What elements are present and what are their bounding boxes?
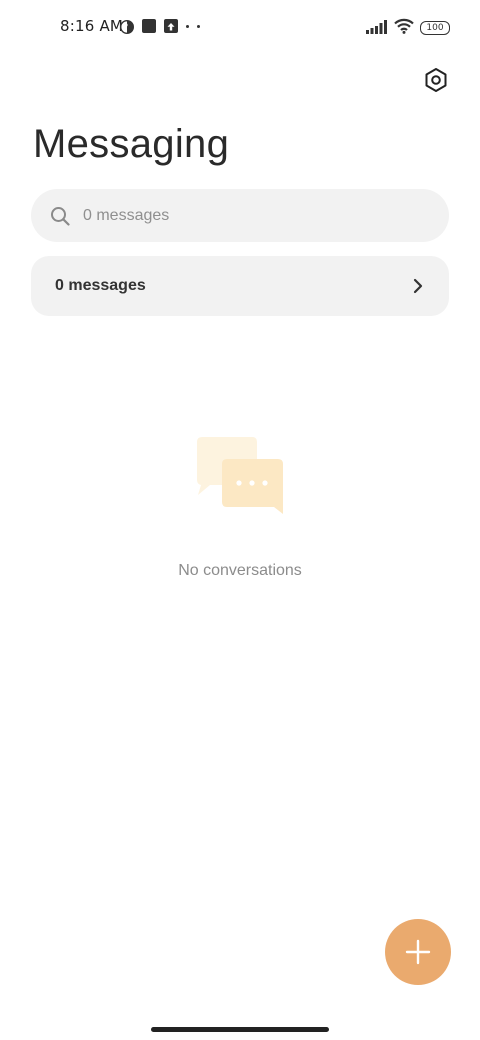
upload-icon	[164, 19, 178, 33]
wifi-icon	[394, 18, 414, 38]
home-indicator[interactable]	[151, 1027, 329, 1032]
status-right-icons: 100	[366, 18, 450, 38]
search-placeholder: 0 messages	[83, 206, 170, 224]
search-input[interactable]: 0 messages	[31, 189, 449, 242]
plus-icon	[405, 939, 431, 965]
search-icon	[49, 205, 71, 227]
status-bar: 8:16 AM 100	[0, 0, 480, 56]
data-saver-icon	[119, 19, 135, 35]
chevron-right-icon	[411, 277, 425, 295]
more-dots-icon	[186, 24, 200, 28]
settings-hexagon-icon	[425, 68, 447, 92]
battery-icon: 100	[420, 21, 450, 35]
page-title: Messaging	[33, 122, 230, 166]
messages-row[interactable]: 0 messages	[31, 256, 449, 316]
signal-icon	[366, 19, 388, 38]
status-time: 8:16 AM	[60, 17, 124, 35]
settings-button[interactable]	[422, 66, 450, 94]
empty-state-text: No conversations	[178, 562, 302, 579]
square-notification-icon	[142, 19, 156, 33]
chat-bubbles-illustration	[196, 437, 286, 517]
status-left-icons	[119, 19, 200, 35]
messages-row-label: 0 messages	[55, 277, 146, 294]
new-conversation-button[interactable]	[385, 919, 451, 985]
